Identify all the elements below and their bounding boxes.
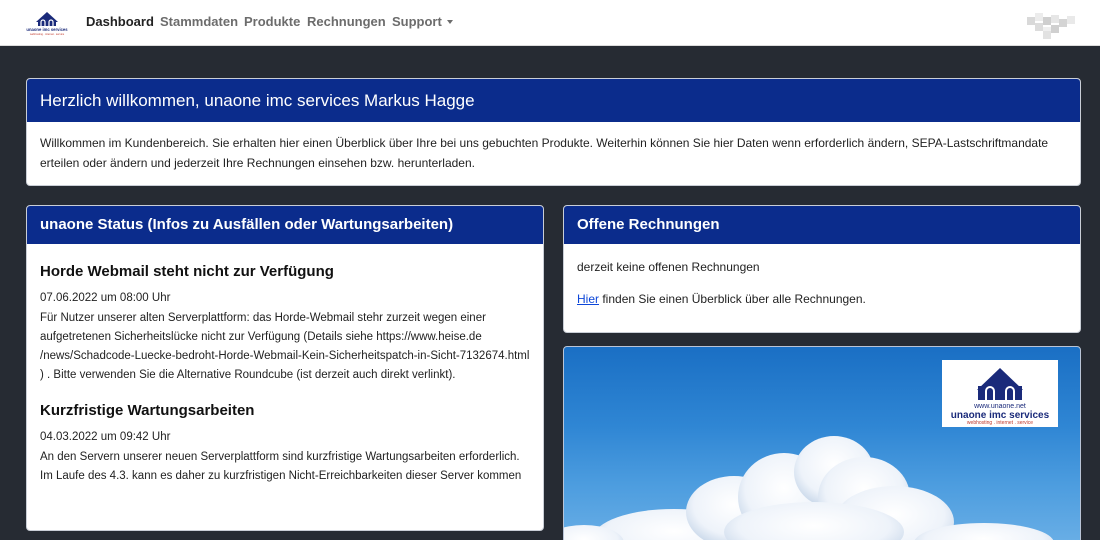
news-headline: Kurzfristige Wartungsarbeiten	[40, 402, 255, 419]
news-text: Für Nutzer unserer alten Serverplattform…	[40, 312, 530, 381]
nav-rechnungen[interactable]: Rechnungen	[307, 14, 386, 29]
chevron-down-icon	[446, 20, 453, 24]
nav-stammdaten[interactable]: Stammdaten	[160, 14, 238, 29]
news-date: 04.03.2022 um 09:42 Uhr	[40, 431, 171, 443]
news-item: Horde Webmail steht nicht zur Verfügung …	[40, 262, 530, 385]
welcome-card: Herzlich willkommen, unaone imc services…	[26, 78, 1081, 186]
logo-tagline-text: webhosting . internet . service	[967, 420, 1033, 426]
welcome-title: Herzlich willkommen, unaone imc services…	[27, 79, 1080, 122]
status-title: unaone Status (Infos zu Ausfällen oder W…	[27, 206, 543, 244]
nav-dashboard[interactable]: Dashboard	[86, 14, 154, 29]
news-item: Kurzfristige Wartungsarbeiten 04.03.2022…	[40, 401, 530, 486]
unaone-logo-image: www.unaone.net unaone imc services webho…	[942, 360, 1058, 427]
no-open-invoices-text: derzeit keine offenen Rechnungen	[577, 260, 760, 274]
top-navbar: unaone imc services webhosting . interne…	[0, 0, 1100, 46]
welcome-text: Willkommen im Kundenbereich. Sie erhalte…	[40, 136, 1049, 170]
nav-produkte[interactable]: Produkte	[244, 14, 300, 29]
invoice-overview-line: Hier finden Sie einen Überblick über all…	[577, 290, 1067, 309]
open-invoices-card: Offene Rechnungen derzeit keine offenen …	[563, 205, 1081, 333]
news-text: An den Servern unserer neuen Serverplatt…	[40, 451, 522, 482]
svg-text:unaone imc services: unaone imc services	[26, 27, 68, 32]
nav-support-dropdown[interactable]: Support	[392, 14, 453, 29]
invoice-overview-text: finden Sie einen Überblick über alle Rec…	[599, 292, 866, 306]
logo-url-text: www.unaone.net	[973, 403, 1026, 410]
status-card: unaone Status (Infos zu Ausfällen oder W…	[26, 205, 544, 531]
invoice-overview-link[interactable]: Hier	[577, 292, 599, 306]
user-avatar[interactable]	[1027, 13, 1075, 39]
svg-text:webhosting . internet . servic: webhosting . internet . service	[30, 32, 65, 36]
news-headline: Horde Webmail steht nicht zur Verfügung	[40, 263, 334, 280]
open-invoices-title: Offene Rechnungen	[564, 206, 1080, 244]
news-date: 07.06.2022 um 08:00 Uhr	[40, 292, 171, 304]
brand-logo[interactable]: unaone imc services webhosting . interne…	[26, 8, 68, 38]
promo-image-card: www.unaone.net unaone imc services webho…	[563, 346, 1081, 540]
